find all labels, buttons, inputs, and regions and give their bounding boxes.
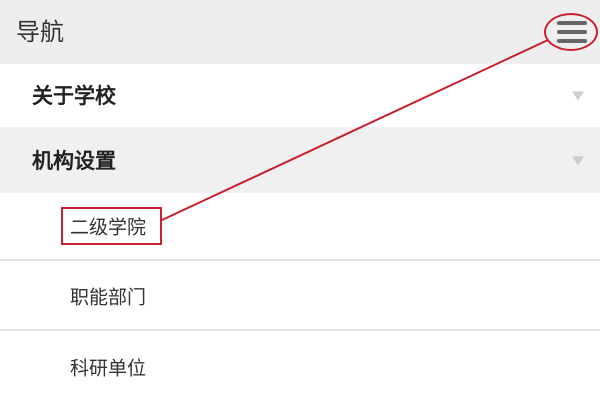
annotation-highlight-ellipse [544, 13, 598, 51]
caret-down-icon [572, 156, 584, 166]
nav-item-label: 关于学校 [32, 84, 116, 108]
nav-item-label: 机构设置 [32, 149, 116, 173]
page-title: 导航 [16, 18, 64, 46]
nav-item-about-school[interactable]: 关于学校 [0, 64, 600, 126]
annotation-highlight-box [61, 207, 162, 245]
nav-subitem-label: 科研单位 [70, 357, 147, 380]
caret-down-icon [572, 91, 584, 101]
nav-header: 导航 [0, 0, 600, 64]
nav-item-organization[interactable]: 机构设置 [0, 127, 600, 193]
nav-subitem-functional-departments[interactable]: 职能部门 [0, 263, 600, 331]
nav-subitem-research-units[interactable]: 科研单位 [0, 333, 600, 401]
nav-subitem-label: 职能部门 [70, 286, 147, 309]
